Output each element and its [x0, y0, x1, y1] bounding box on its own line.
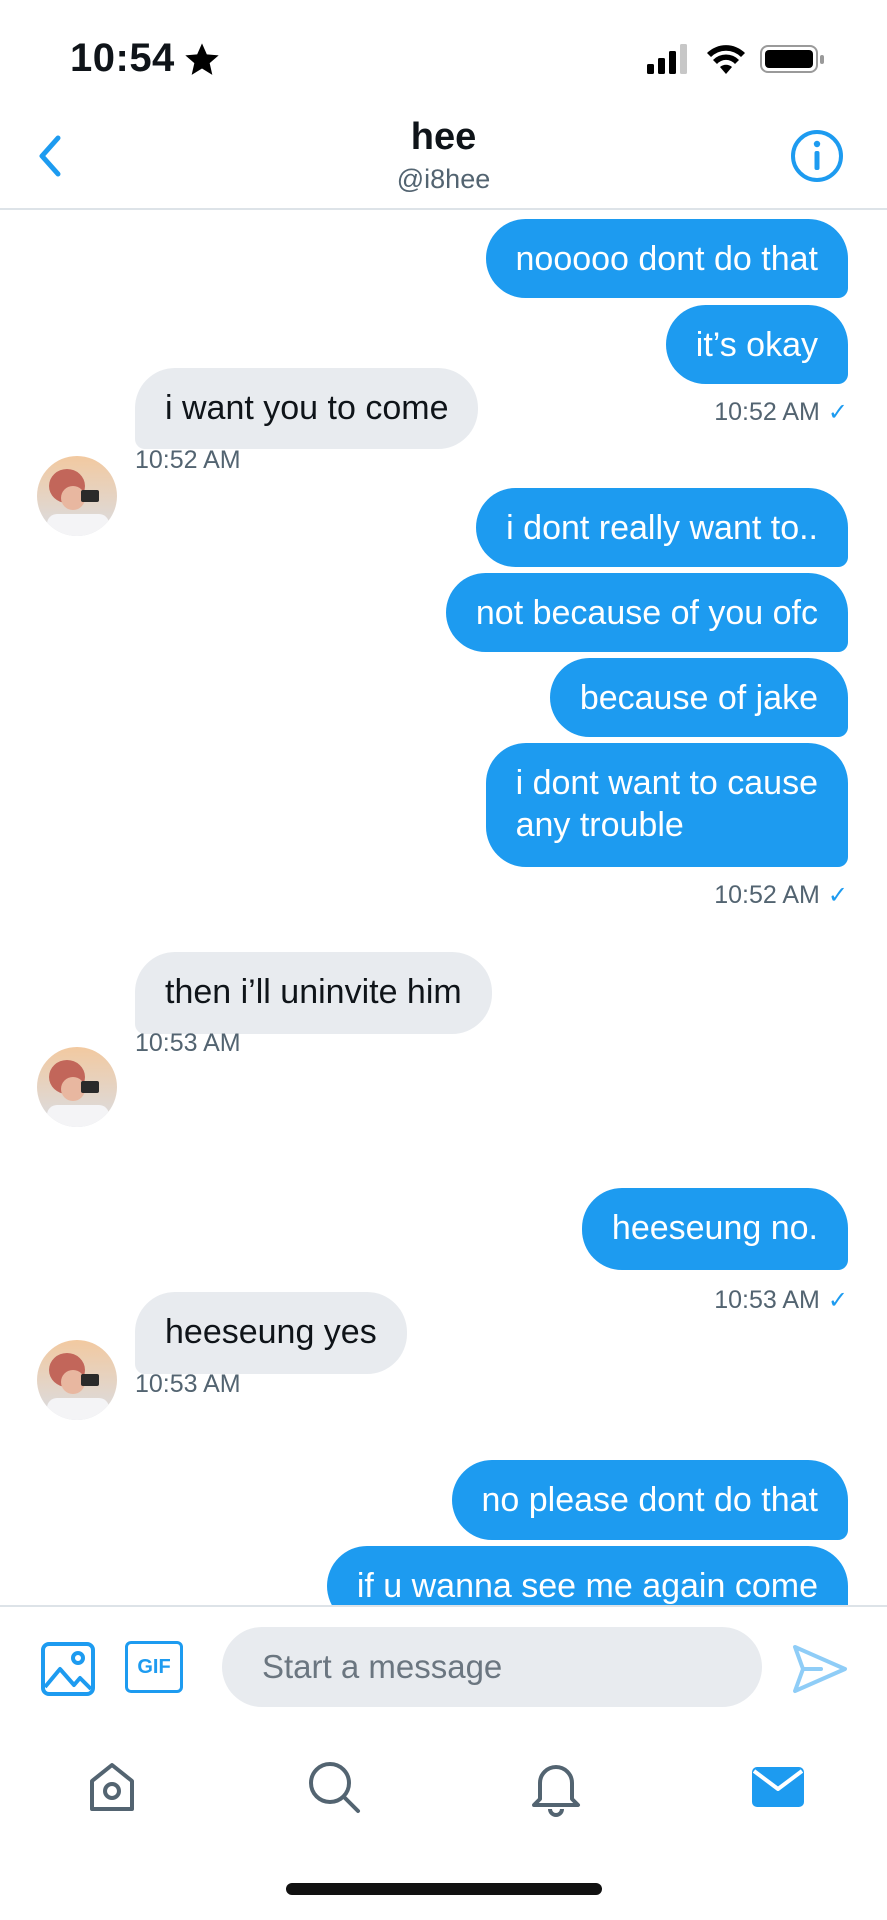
message-timestamp: 10:53 AM ✓ — [714, 1286, 848, 1315]
timestamp-text: 10:52 AM — [714, 881, 820, 909]
avatar-image — [37, 1340, 117, 1420]
status-icons — [647, 44, 824, 74]
wifi-icon — [707, 45, 745, 74]
message-timestamp: 10:52 AM ✓ — [714, 398, 848, 427]
outgoing-message[interactable]: it’s okay — [665, 305, 848, 384]
outgoing-message[interactable]: i dont really want to.. — [476, 488, 848, 567]
message-list: nooooo dont do that it’s okay 10:52 AM ✓ … — [0, 210, 887, 1605]
outgoing-message[interactable]: no please dont do that — [451, 1460, 848, 1540]
outgoing-message[interactable]: because of jake — [549, 658, 848, 737]
status-time: 10:54 — [70, 36, 175, 80]
avatar[interactable] — [37, 1047, 117, 1127]
message-timestamp: 10:53 AM — [135, 1029, 241, 1057]
conversation-title: hee — [410, 116, 477, 158]
message-input[interactable] — [222, 1627, 762, 1707]
avatar-image — [37, 1047, 117, 1127]
bell-icon[interactable] — [526, 1757, 586, 1817]
check-icon: ✓ — [827, 1287, 848, 1314]
conversation-header: hee @i8hee — [0, 110, 887, 210]
home-indicator — [286, 1883, 602, 1895]
info-icon[interactable] — [789, 128, 845, 184]
status-bar: 10:54 — [0, 0, 887, 110]
send-icon[interactable] — [791, 1643, 849, 1695]
message-timestamp: 10:52 AM ✓ — [714, 881, 848, 910]
outgoing-message[interactable]: i dont want to cause any trouble — [485, 743, 848, 867]
message-timestamp: 10:52 AM — [135, 446, 241, 474]
gif-button[interactable]: GIF — [125, 1641, 183, 1693]
signal-icon — [647, 44, 687, 74]
avatar[interactable] — [37, 456, 117, 536]
check-icon: ✓ — [827, 882, 848, 909]
outgoing-message[interactable]: heeseung no. — [581, 1188, 848, 1270]
timestamp-text: 10:53 AM — [714, 1286, 820, 1314]
avatar[interactable] — [37, 1340, 117, 1420]
message-composer: GIF — [0, 1605, 887, 1729]
avatar-image — [37, 456, 117, 536]
incoming-message[interactable]: heeseung yes — [135, 1292, 407, 1374]
outgoing-message[interactable]: nooooo dont do that — [485, 219, 848, 298]
incoming-message[interactable]: then i’ll uninvite him — [135, 952, 492, 1034]
search-icon[interactable] — [304, 1757, 364, 1817]
home-icon[interactable] — [82, 1757, 142, 1817]
timestamp-text: 10:52 AM — [714, 398, 820, 426]
incoming-message[interactable]: i want you to come — [135, 368, 479, 449]
star-icon — [185, 43, 219, 75]
outgoing-message[interactable]: not because of you ofc — [445, 573, 848, 652]
check-icon: ✓ — [827, 399, 848, 426]
image-icon[interactable] — [40, 1641, 96, 1697]
message-timestamp: 10:53 AM — [135, 1370, 241, 1398]
outgoing-message[interactable]: if u wanna see me again come — [326, 1546, 848, 1605]
battery-icon — [760, 45, 824, 73]
messages-icon[interactable] — [748, 1757, 808, 1817]
conversation-handle: @i8hee — [396, 164, 491, 194]
